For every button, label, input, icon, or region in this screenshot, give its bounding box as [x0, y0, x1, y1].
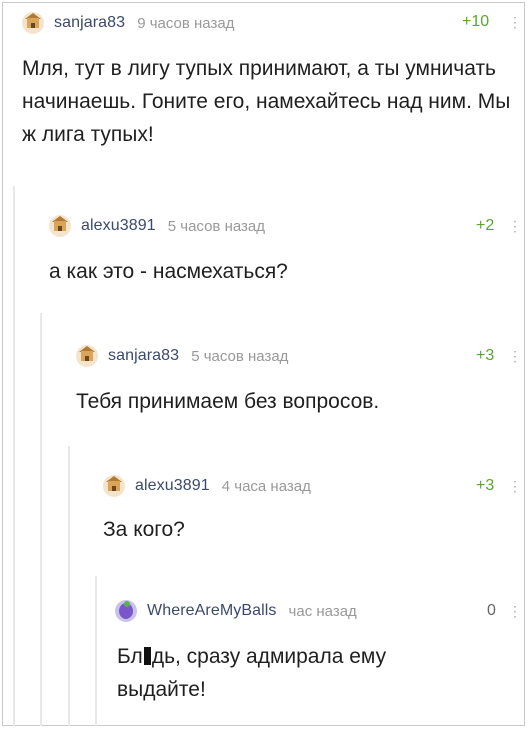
comment-text-part: дь, сразу адмирала ему выдайте! — [117, 645, 387, 701]
rating-score: +3 — [476, 477, 495, 494]
username[interactable]: alexu3891 — [81, 217, 156, 235]
thread-line[interactable] — [13, 186, 15, 726]
censor-mark — [143, 647, 151, 665]
comment-text-part: Бл — [117, 645, 143, 668]
username[interactable]: sanjara83 — [108, 347, 179, 365]
rating-score: 0 — [487, 602, 496, 619]
comment-text: За кого? — [103, 518, 185, 541]
avatar[interactable] — [115, 600, 137, 622]
avatar[interactable] — [49, 215, 71, 237]
comment-header: WhereAreMyBalls час назад — [115, 597, 357, 625]
thread-line[interactable] — [68, 446, 70, 726]
menu-icon[interactable]: ⋮ — [508, 348, 522, 365]
thread-line[interactable] — [40, 313, 42, 726]
thread-line[interactable] — [95, 576, 97, 726]
avatar[interactable] — [103, 475, 125, 497]
comment-text: Бл дь, сразу адмирала ему выдайте! — [117, 640, 477, 706]
rating-score: +2 — [476, 217, 495, 234]
menu-icon[interactable]: ⋮ — [508, 603, 522, 620]
timestamp[interactable]: 5 часов назад — [168, 218, 265, 235]
comment-header: sanjara83 9 часов назад — [22, 9, 234, 37]
avatar[interactable] — [76, 345, 98, 367]
comment-text: Мля, тут в лигу тупых принимают, а ты ум… — [22, 57, 511, 146]
comment-text: Тебя принимаем без вопросов. — [76, 390, 380, 413]
menu-icon[interactable]: ⋮ — [508, 478, 522, 495]
username[interactable]: sanjara83 — [54, 14, 125, 32]
comment-header: alexu3891 5 часов назад — [49, 212, 265, 240]
rating-score: +3 — [476, 347, 495, 364]
username[interactable]: WhereAreMyBalls — [147, 602, 277, 620]
timestamp[interactable]: 4 часа назад — [222, 478, 311, 495]
timestamp[interactable]: 5 часов назад — [191, 348, 288, 365]
comment-text: а как это - насмехаться? — [49, 260, 288, 283]
comment-header: sanjara83 5 часов назад — [76, 342, 288, 370]
menu-icon[interactable]: ⋮ — [508, 218, 522, 235]
timestamp[interactable]: 9 часов назад — [137, 15, 234, 32]
username[interactable]: alexu3891 — [135, 477, 210, 495]
comment-header: alexu3891 4 часа назад — [103, 472, 311, 500]
rating-score: +10 — [462, 13, 490, 30]
menu-icon[interactable]: ⋮ — [508, 14, 522, 31]
avatar[interactable] — [22, 12, 44, 34]
timestamp[interactable]: час назад — [289, 603, 357, 620]
